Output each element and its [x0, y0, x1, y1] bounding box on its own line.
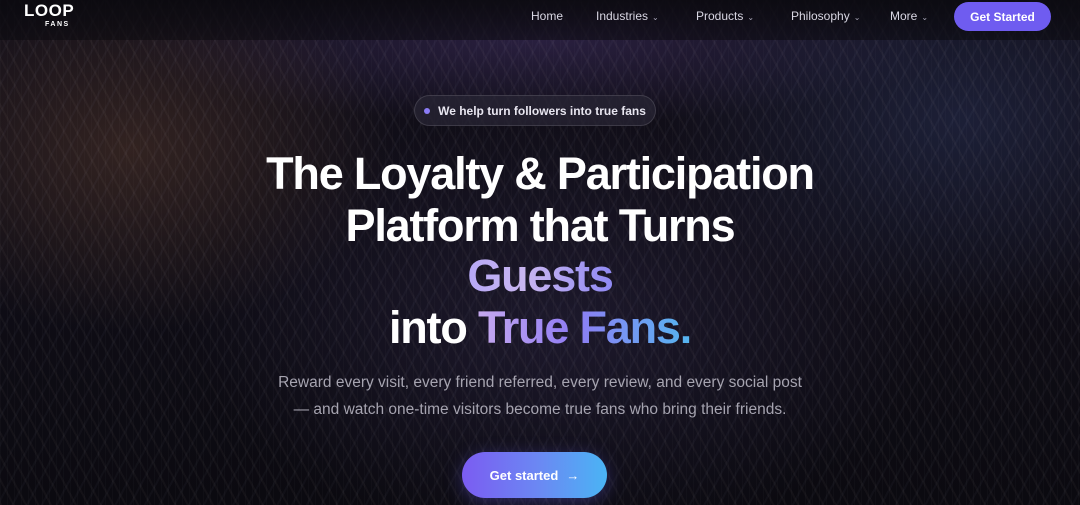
- hero-highlight-true-fans: True Fans.: [477, 302, 692, 353]
- chevron-down-icon: ⌄: [853, 13, 861, 22]
- nav-home[interactable]: Home: [531, 9, 563, 23]
- top-navigation: LOOP FANS Home Industries ⌄ Products ⌄ Phi…: [0, 0, 1080, 40]
- nav-more[interactable]: More ⌄: [890, 9, 928, 23]
- loop-fans-logo[interactable]: LOOP FANS: [24, 1, 80, 31]
- chevron-down-icon: ⌄: [747, 13, 755, 22]
- get-started-label: Get started: [489, 467, 559, 483]
- arrow-right-icon: →: [566, 467, 580, 483]
- nav-industries[interactable]: Industries ⌄: [596, 9, 659, 23]
- hero-subtitle-line-2: — and watch one-time visitors become tru…: [293, 401, 787, 418]
- hero-badge-text: We help turn followers into true fans: [438, 103, 646, 118]
- logo-wordmark: LOOP: [24, 1, 75, 20]
- chevron-down-icon: ⌄: [921, 13, 929, 22]
- hero-title-prefix: into: [388, 302, 478, 353]
- logo-subtitle: FANS: [45, 21, 70, 28]
- nav-philosophy-label: Philosophy: [791, 9, 850, 23]
- nav-products[interactable]: Products ⌄: [696, 9, 754, 23]
- dot-icon: [424, 107, 431, 114]
- nav-industries-label: Industries: [596, 9, 649, 23]
- get-started-nav-button[interactable]: Get Started: [954, 2, 1051, 31]
- get-started-hero-button[interactable]: Get started →: [462, 452, 607, 498]
- hero-subtitle-line-1: Reward every visit, every friend referre…: [278, 374, 802, 391]
- hero-title-line-4: into True Fans.: [0, 303, 1080, 353]
- hero-title-line-2: Platform that Turns: [345, 200, 736, 251]
- hero-highlight-guests: Guests: [467, 250, 614, 301]
- hero-badge: We help turn followers into true fans: [414, 95, 656, 126]
- nav-products-label: Products: [696, 9, 744, 23]
- landing-page: LOOP FANS Home Industries ⌄ Products ⌄ Phi…: [0, 0, 1080, 505]
- hero-title-line-3: Guests: [0, 251, 1080, 301]
- nav-home-label: Home: [531, 9, 564, 23]
- nav-philosophy[interactable]: Philosophy ⌄: [791, 9, 860, 23]
- chevron-down-icon: ⌄: [652, 13, 659, 22]
- hero-title-line-1: The Loyalty & Participation: [266, 148, 815, 199]
- nav-more-label: More: [890, 9, 918, 23]
